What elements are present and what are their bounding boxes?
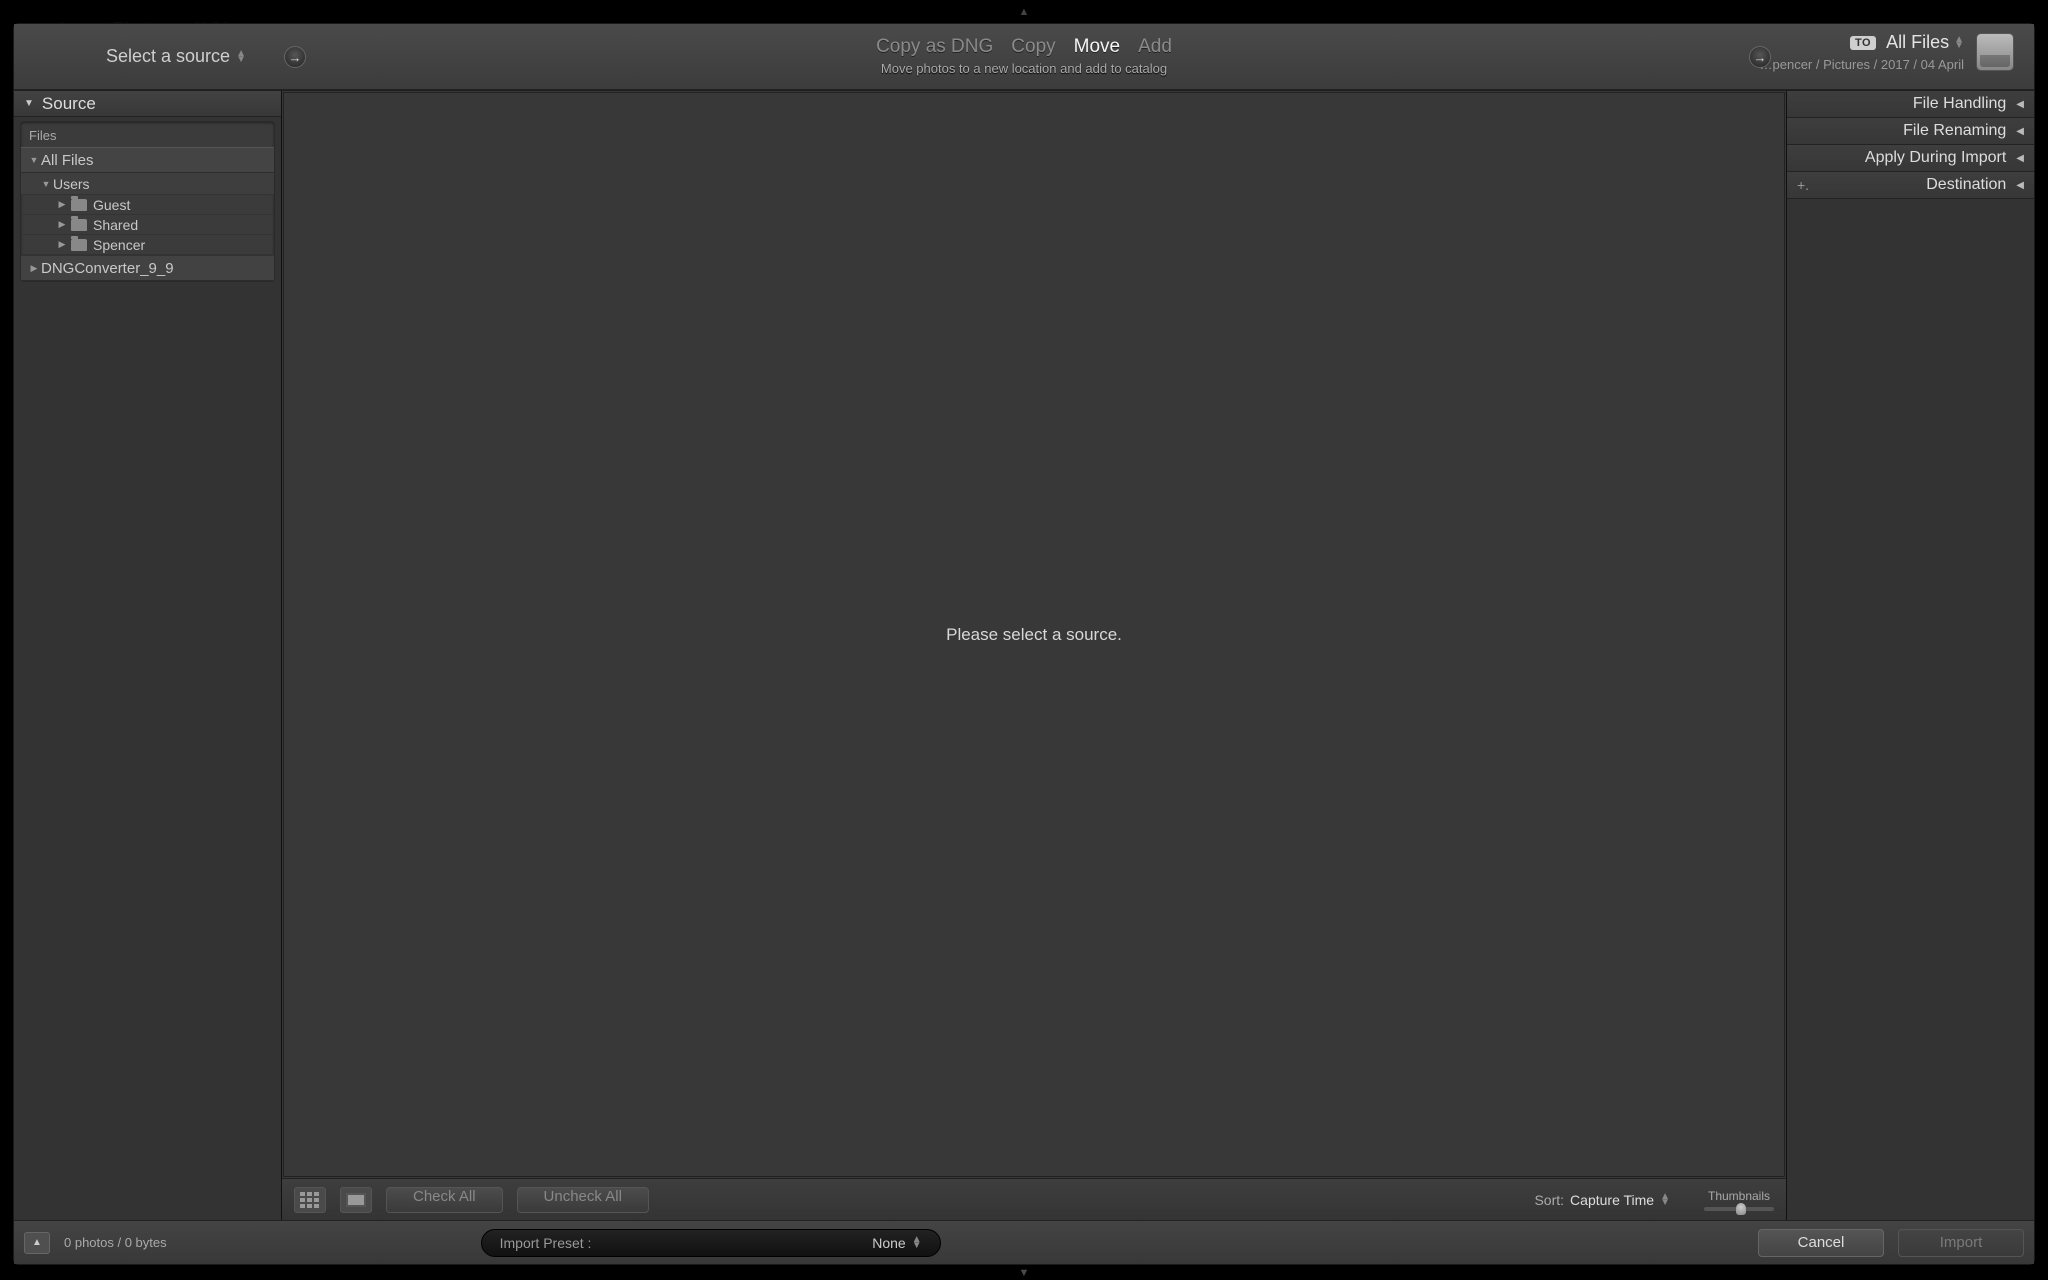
preset-label: Import Preset :: [500, 1235, 592, 1251]
mode-copy[interactable]: Copy: [1011, 36, 1055, 58]
thumbnails-label: Thumbnails: [1708, 1189, 1770, 1203]
cancel-button[interactable]: Cancel: [1758, 1229, 1884, 1257]
to-badge: TO: [1850, 36, 1876, 50]
tree-node-users[interactable]: ▼ Users: [21, 173, 274, 195]
mode-move[interactable]: Move: [1074, 36, 1120, 58]
file-tree: Files ▼ All Files ▼ Users ▶ Guest: [20, 121, 275, 282]
tree-node-guest[interactable]: ▶ Guest: [21, 195, 274, 215]
panel-label: Apply During Import: [1865, 149, 2006, 167]
destination-name: All Files: [1886, 32, 1949, 53]
tree-node-shared[interactable]: ▶ Shared: [21, 215, 274, 235]
dialog-footer: ▲ 0 photos / 0 bytes Import Preset : Non…: [14, 1220, 2034, 1264]
tree-node-label: All Files: [41, 152, 94, 169]
tree-node-spencer[interactable]: ▶ Spencer: [21, 235, 274, 255]
mode-subtitle: Move photos to a new location and add to…: [876, 61, 1172, 76]
triangle-down-icon: ▼: [39, 179, 53, 189]
expand-button[interactable]: ▲: [24, 1232, 50, 1254]
preview-toolbar: Check All Uncheck All Sort: Capture Time…: [282, 1178, 1786, 1220]
source-panel: ▼ Source Files ▼ All Files ▼ Users ▶: [14, 91, 282, 1220]
right-panel: File Handling ◀ File Renaming ◀ Apply Du…: [1786, 91, 2034, 1220]
tree-section-label: Files: [21, 122, 274, 147]
tree-node-dngconverter[interactable]: ▶ DNGConverter_9_9: [21, 255, 274, 281]
triangle-right-icon: ▶: [55, 199, 69, 210]
triangle-left-icon: ◀: [2016, 99, 2024, 110]
grid-icon: [300, 1192, 320, 1208]
import-stats: 0 photos / 0 bytes: [64, 1235, 167, 1250]
import-dialog: Select a source ▲▼ → Copy as DNG Copy Mo…: [13, 23, 2035, 1265]
triangle-left-icon: ◀: [2016, 126, 2024, 137]
import-modes: Copy as DNG Copy Move Add Move photos to…: [876, 36, 1172, 76]
panel-label: File Handling: [1913, 95, 2006, 113]
check-all-button: Check All: [386, 1187, 503, 1213]
tree-node-label: Guest: [93, 197, 130, 213]
triangle-left-icon: ◀: [2016, 180, 2024, 191]
panel-label: File Renaming: [1903, 122, 2006, 140]
import-preset-dropdown[interactable]: Import Preset : None ▲▼: [481, 1229, 941, 1257]
tree-node-label: Users: [53, 176, 90, 192]
folder-icon: [71, 199, 87, 211]
thumbnail-size-slider[interactable]: [1704, 1207, 1774, 1211]
panel-label: Destination: [1926, 176, 2006, 194]
uncheck-all-button: Uncheck All: [517, 1187, 649, 1213]
mode-add[interactable]: Add: [1138, 36, 1172, 58]
import-button: Import: [1898, 1229, 2024, 1257]
grid-view-button[interactable]: [294, 1187, 326, 1213]
folder-icon: [71, 219, 87, 231]
folder-icon: [71, 239, 87, 251]
sort-dropdown[interactable]: Sort: Capture Time ▲▼: [1534, 1192, 1670, 1208]
panel-file-renaming[interactable]: File Renaming ◀: [1787, 118, 2034, 145]
panel-destination[interactable]: +. Destination ◀: [1787, 172, 2034, 199]
triangle-left-icon: ◀: [2016, 153, 2024, 164]
panel-apply-during-import[interactable]: Apply During Import ◀: [1787, 145, 2034, 172]
destination-area[interactable]: TO All Files ▲▼ …pencer / Pictures / 201…: [1760, 32, 2015, 72]
source-panel-header[interactable]: ▼ Source: [14, 91, 281, 117]
panel-collapse-top[interactable]: ▲: [1019, 6, 1030, 18]
preset-value: None: [872, 1235, 905, 1251]
updown-icon: ▲▼: [912, 1237, 922, 1249]
disk-icon: [1976, 33, 2014, 71]
tree-node-label: Shared: [93, 217, 138, 233]
tree-node-label: Spencer: [93, 237, 145, 253]
plus-icon[interactable]: +.: [1797, 177, 1809, 193]
triangle-down-icon: ▼: [24, 98, 34, 109]
slider-thumb[interactable]: [1736, 1203, 1746, 1215]
destination-path: …pencer / Pictures / 2017 / 04 April: [1760, 57, 1965, 72]
single-icon: [346, 1193, 366, 1207]
arrow-from-source-icon: →: [284, 46, 306, 68]
dialog-header: Select a source ▲▼ → Copy as DNG Copy Mo…: [14, 24, 2034, 90]
tree-node-all-files[interactable]: ▼ All Files: [21, 147, 274, 173]
tree-node-label: DNGConverter_9_9: [41, 260, 174, 277]
select-source-dropdown[interactable]: Select a source ▲▼: [106, 46, 246, 67]
sort-value: Capture Time: [1570, 1192, 1654, 1208]
select-source-label: Select a source: [106, 46, 230, 67]
source-panel-title: Source: [42, 94, 96, 114]
panel-file-handling[interactable]: File Handling ◀: [1787, 91, 2034, 118]
triangle-right-icon: ▶: [55, 239, 69, 250]
sort-label: Sort:: [1534, 1192, 1564, 1208]
triangle-down-icon: ▼: [27, 155, 41, 165]
triangle-right-icon: ▶: [55, 219, 69, 230]
updown-icon: ▲▼: [1660, 1194, 1670, 1206]
updown-icon: ▲▼: [1954, 37, 1964, 49]
empty-state-message: Please select a source.: [946, 625, 1122, 645]
loupe-view-button[interactable]: [340, 1187, 372, 1213]
triangle-right-icon: ▶: [27, 263, 41, 274]
updown-icon: ▲▼: [236, 51, 246, 63]
preview-area: Please select a source.: [283, 92, 1785, 1177]
mode-copy-as-dng[interactable]: Copy as DNG: [876, 36, 993, 58]
panel-collapse-bottom[interactable]: ▼: [1019, 1267, 1030, 1279]
